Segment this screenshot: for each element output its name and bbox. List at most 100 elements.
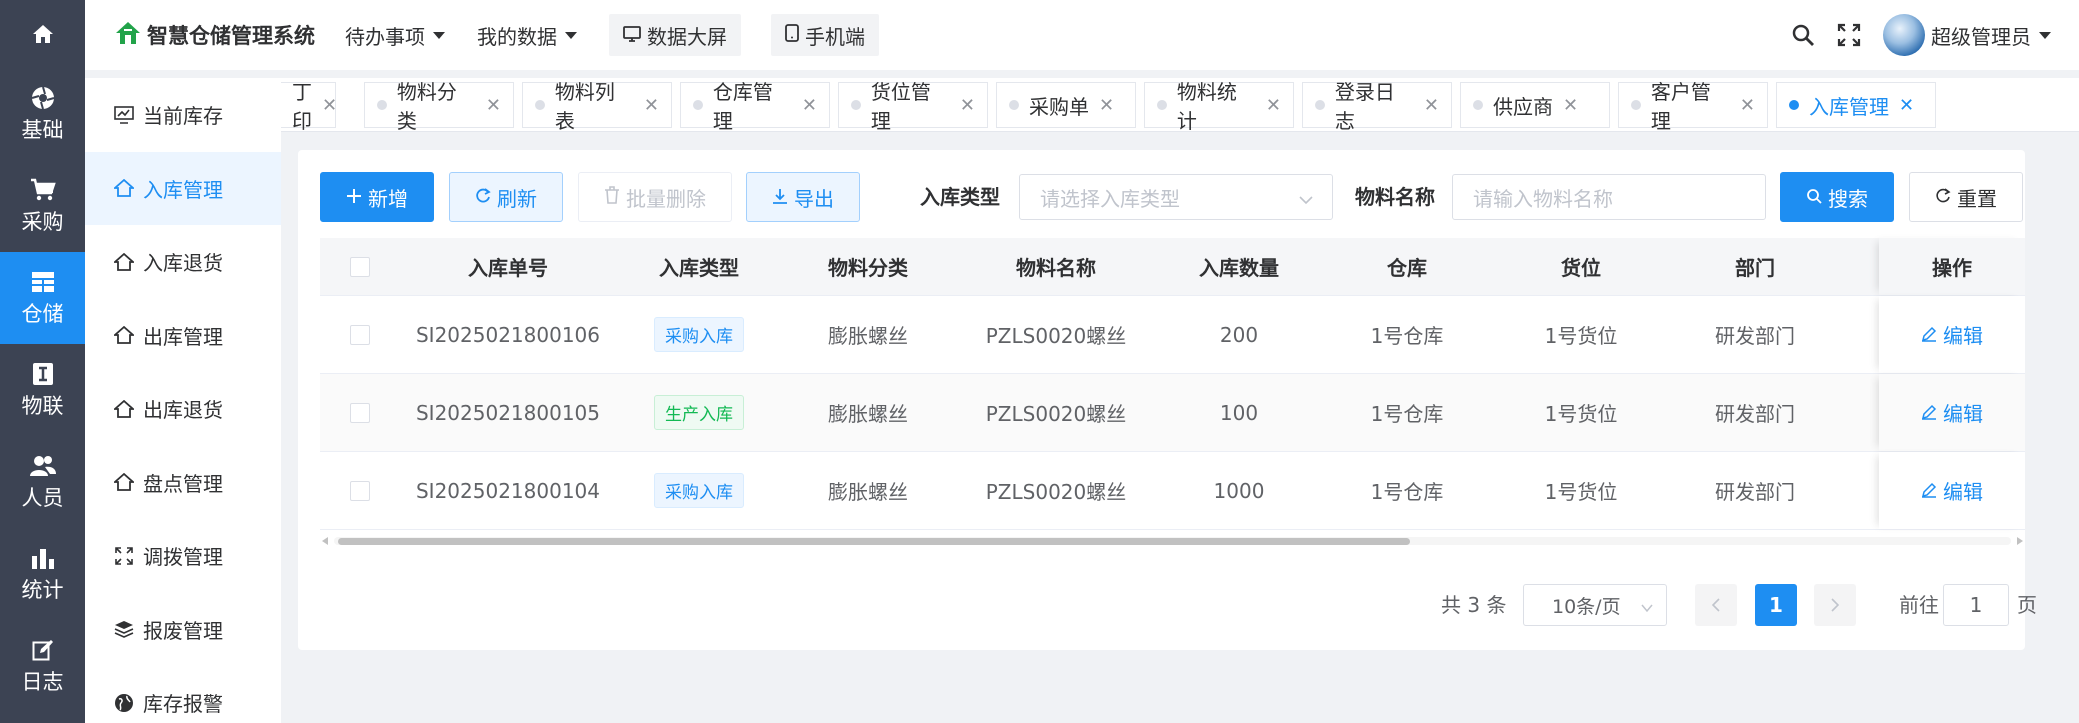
search-icon[interactable] [1791,23,1815,47]
batch-delete-button[interactable]: 批量删除 [578,172,732,222]
rail-item-iot[interactable]: 物联 [0,344,85,436]
type-select[interactable]: 请选择入库类型 [1019,174,1333,220]
row-checkbox[interactable] [350,324,370,345]
close-icon[interactable]: ✕ [960,95,975,116]
tab-label: 货位管理 [870,80,931,132]
subnav-item-stock-alarm[interactable]: 库存报警 [85,666,281,723]
tab-material-stats[interactable]: 物料统计 ✕ [1144,80,1294,131]
cell-type: 采购入库 [616,452,782,529]
edit-button[interactable]: 编辑 [1921,476,1983,505]
avatar[interactable] [1883,14,1925,56]
subnav-item-outbound-return[interactable]: 出库退货 [85,372,281,446]
cell-location: 1号货位 [1544,402,1618,426]
status-badge: 生产入库 [654,395,744,430]
nav-todo[interactable]: 待办事项 [345,21,445,50]
close-icon[interactable]: ✕ [486,95,501,116]
subnav-item-outbound[interactable]: 出库管理 [85,299,281,373]
action-cell: 编辑 [1879,296,2025,373]
close-icon[interactable]: ✕ [802,95,817,116]
rail-item-label: 物联 [21,394,64,418]
column-header: 仓库 [1387,256,1427,280]
subnav-item-inbound-return[interactable]: 入库退货 [85,225,281,299]
tab-label: 入库管理 [1809,94,1889,119]
rail-item-storage[interactable]: 仓储 [0,252,85,344]
rail-item-log[interactable]: 日志 [0,620,85,712]
content-card: 新增 刷新 批量删除 导出 入库类型 请选择入库类型 物料名称 请输入物料名称 [298,150,2037,650]
close-icon[interactable]: ✕ [1563,95,1578,116]
edit-button[interactable]: 编辑 [1921,398,1983,427]
rail-item-label: 统计 [21,578,64,602]
row-checkbox[interactable] [350,402,370,423]
tab-supplier[interactable]: 供应商 ✕ [1460,82,1610,128]
user-name[interactable]: 超级管理员 [1931,21,2031,50]
prev-page-button[interactable] [1695,584,1737,626]
mobile-button[interactable]: 手机端 [771,14,879,56]
action-cell-inner: 编辑 [1879,374,2025,451]
scrollbar-thumb[interactable] [338,538,1410,545]
fullscreen-icon[interactable] [1837,23,1861,47]
subnav-item-scrap[interactable]: 报废管理 [85,593,281,667]
tab-inbound[interactable]: 入库管理 ✕ [1776,82,1936,128]
subnav-item-inbound[interactable]: 入库管理 [85,151,281,225]
scroll-right-icon[interactable] [2017,537,2023,545]
rail-item-stats[interactable]: 统计 [0,528,85,620]
brand[interactable]: 智慧仓储管理系统 [115,20,315,50]
rail-item-purchase[interactable]: 采购 [0,160,85,252]
tab-customer[interactable]: 客户管理 ✕ [1618,80,1768,131]
tab-purchase-order[interactable]: 采购单 ✕ [996,82,1136,128]
page-1-button[interactable]: 1 [1755,584,1797,626]
caret-down-icon[interactable] [2039,31,2051,39]
page-size-select[interactable]: 10条/页 [1523,584,1667,626]
tab-material-category[interactable]: 物料分类 ✕ [364,80,514,131]
cell-quantity: 1000 [1213,478,1265,503]
nav-label: 待办事项 [345,24,425,49]
rail-item-staff[interactable]: 人员 [0,436,85,528]
row-checkbox[interactable] [350,480,370,501]
logo-icon [115,21,141,49]
refresh-button[interactable]: 刷新 [449,172,563,222]
header-right: 超级管理员 [1791,0,2079,70]
select-all-checkbox[interactable] [350,256,370,277]
close-icon[interactable]: ✕ [322,95,337,116]
close-icon[interactable]: ✕ [1424,95,1439,116]
button-label: 手机端 [805,24,865,49]
tab-warehouse[interactable]: 仓库管理 ✕ [680,80,830,131]
status-badge: 采购入库 [654,473,744,508]
next-page-button[interactable] [1814,584,1856,626]
add-button[interactable]: 新增 [320,172,434,222]
status-badge: 采购入库 [654,317,744,352]
close-icon[interactable]: ✕ [1099,95,1114,116]
data-screen-button[interactable]: 数据大屏 [609,14,741,56]
table-row: SI2025021800106 采购入库 膨胀螺丝 PZLS0020螺丝 200… [320,296,2025,374]
home-button[interactable] [0,0,85,68]
reset-button[interactable]: 重置 [1909,172,2023,222]
close-icon[interactable]: ✕ [1266,95,1281,116]
subnav-item-inventory-check[interactable]: 盘点管理 [85,446,281,520]
tab-material-list[interactable]: 物料列表 ✕ [522,80,672,131]
tab-location[interactable]: 货位管理 ✕ [838,80,988,131]
brand-title: 智慧仓储管理系统 [147,24,315,48]
scroll-left-icon[interactable] [322,537,328,545]
name-input[interactable]: 请输入物料名称 [1452,174,1766,220]
close-icon[interactable]: ✕ [1740,95,1755,116]
close-icon[interactable]: ✕ [644,95,659,116]
horizontal-scrollbar[interactable] [320,534,2025,546]
cell-category: 膨胀螺丝 [828,480,908,504]
goto-page-input[interactable]: 1 [1943,584,2009,626]
search-button[interactable]: 搜索 [1780,172,1894,222]
edit-button[interactable]: 编辑 [1921,320,1983,349]
button-label: 搜索 [1828,186,1868,211]
export-button[interactable]: 导出 [746,172,860,222]
cell-quantity: 200 [1219,322,1259,347]
total-count: 共 3 条 [1441,593,1507,617]
subnav-item-transfer[interactable]: 调拨管理 [85,519,281,593]
nav-my-data[interactable]: 我的数据 [477,21,577,50]
tab-login-log[interactable]: 登录日志 ✕ [1302,80,1452,131]
subnav-item-current-stock[interactable]: 当前库存 [85,78,281,152]
close-icon[interactable]: ✕ [1899,95,1914,116]
caret-down-icon [565,31,577,39]
tab-print[interactable]: 丁印 ✕ [281,80,337,131]
rail-item-basic[interactable]: 基础 [0,68,85,160]
chevron-left-icon [1710,593,1722,617]
edit-label: 编辑 [1943,480,1983,504]
